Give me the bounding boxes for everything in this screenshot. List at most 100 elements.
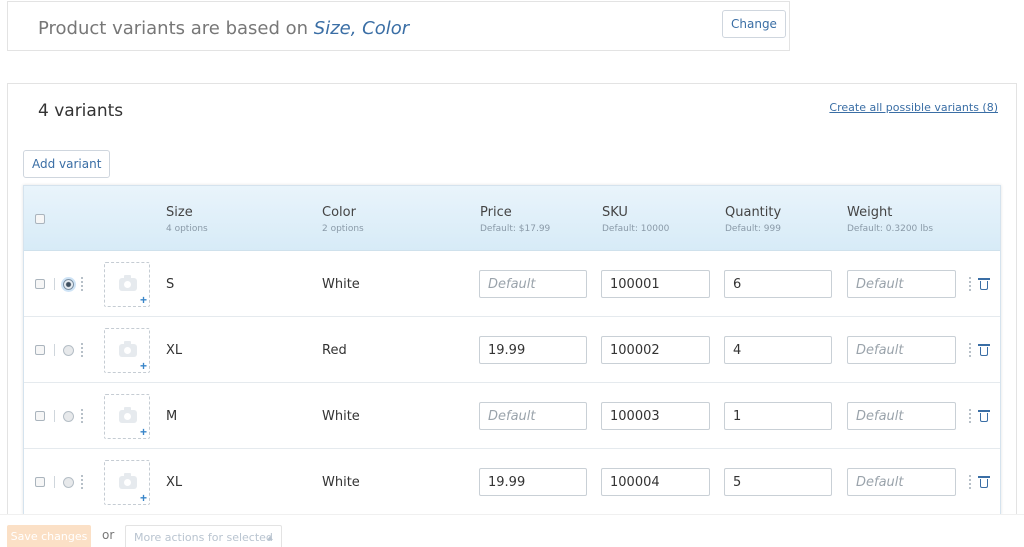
plus-icon: +	[139, 293, 147, 307]
row-handle-icon	[969, 475, 971, 489]
weight-header-label: Weight	[847, 205, 893, 220]
size-value: S	[166, 277, 175, 292]
change-options-button[interactable]: Change	[722, 10, 786, 38]
row-separator	[54, 278, 55, 290]
table-row: + S White Default 100001 6 Default	[24, 251, 1000, 317]
sku-column-header: SKU Default: 10000	[602, 205, 669, 234]
row-separator	[54, 410, 55, 422]
sku-input[interactable]: 100001	[601, 270, 710, 298]
quantity-column-header: Quantity Default: 999	[725, 205, 781, 234]
row-select-checkbox[interactable]	[35, 477, 45, 487]
sku-input[interactable]: 100004	[601, 468, 710, 496]
price-header-sub: Default: $17.99	[480, 224, 551, 234]
row-separator	[54, 344, 55, 356]
quantity-input[interactable]: 4	[724, 336, 832, 364]
trash-icon[interactable]	[978, 344, 990, 356]
variant-image-upload[interactable]: +	[104, 460, 150, 505]
select-all-checkbox[interactable]	[35, 214, 45, 224]
color-value: White	[322, 475, 360, 490]
table-row: + XL White 19.99 100004 5 Default	[24, 449, 1000, 514]
default-variant-radio[interactable]	[63, 477, 74, 488]
camera-icon	[119, 407, 137, 423]
weight-input[interactable]: Default	[847, 468, 956, 496]
variant-options-list: Size, Color	[313, 18, 410, 39]
weight-input[interactable]: Default	[847, 402, 956, 430]
quantity-input[interactable]: 5	[724, 468, 832, 496]
variant-options-summary: Product variants are based on Size, Colo…	[7, 1, 790, 51]
price-input[interactable]: Default	[479, 402, 587, 430]
row-handle-icon	[969, 277, 971, 291]
color-header-sub: 2 options	[322, 224, 364, 234]
sku-header-label: SKU	[602, 205, 628, 220]
variant-image-upload[interactable]: +	[104, 328, 150, 373]
action-footer: Save changes or More actions for selecte…	[0, 514, 1024, 547]
quantity-input[interactable]: 1	[724, 402, 832, 430]
size-header-sub: 4 options	[166, 224, 208, 234]
caret-up-icon	[267, 536, 273, 540]
size-column-header: Size 4 options	[166, 205, 208, 234]
trash-icon[interactable]	[978, 410, 990, 422]
drag-handle-icon[interactable]	[81, 277, 83, 291]
save-changes-button[interactable]: Save changes	[7, 525, 91, 547]
weight-input[interactable]: Default	[847, 270, 956, 298]
drag-handle-icon[interactable]	[81, 475, 83, 489]
price-header-label: Price	[480, 205, 512, 220]
price-input[interactable]: 19.99	[479, 336, 587, 364]
default-variant-radio[interactable]	[63, 345, 74, 356]
table-header: Size 4 options Color 2 options Price Defaul…	[24, 186, 1000, 251]
color-value: White	[322, 409, 360, 424]
drag-handle-icon[interactable]	[81, 409, 83, 423]
size-header-label: Size	[166, 205, 193, 220]
quantity-header-sub: Default: 999	[725, 224, 781, 234]
camera-icon	[119, 473, 137, 489]
plus-icon: +	[139, 359, 147, 373]
trash-icon[interactable]	[978, 278, 990, 290]
variants-panel: 4 variants Create all possible variants …	[7, 83, 1017, 523]
plus-icon: +	[139, 491, 147, 505]
default-variant-radio[interactable]	[63, 411, 74, 422]
drag-handle-icon[interactable]	[81, 343, 83, 357]
weight-input[interactable]: Default	[847, 336, 956, 364]
row-select-checkbox[interactable]	[35, 345, 45, 355]
variants-table: Size 4 options Color 2 options Price Defaul…	[23, 185, 1001, 515]
row-separator	[54, 476, 55, 488]
add-variant-button[interactable]: Add variant	[23, 150, 111, 178]
weight-column-header: Weight Default: 0.3200 lbs	[847, 205, 933, 234]
quantity-input[interactable]: 6	[724, 270, 832, 298]
size-value: M	[166, 409, 178, 424]
price-input[interactable]: Default	[479, 270, 587, 298]
color-column-header: Color 2 options	[322, 205, 364, 234]
table-row: + M White Default 100003 1 Default	[24, 383, 1000, 449]
size-value: XL	[166, 475, 183, 490]
weight-header-sub: Default: 0.3200 lbs	[847, 224, 934, 234]
more-actions-dropdown[interactable]: More actions for selected	[125, 525, 282, 547]
sku-input[interactable]: 100003	[601, 402, 710, 430]
row-handle-icon	[969, 409, 971, 423]
camera-icon	[119, 275, 137, 291]
sku-header-sub: Default: 10000	[602, 224, 670, 234]
default-variant-radio[interactable]	[63, 279, 74, 290]
price-column-header: Price Default: $17.99	[480, 205, 550, 234]
or-label: or	[102, 528, 115, 542]
row-select-checkbox[interactable]	[35, 411, 45, 421]
variant-options-prefix: Product variants are based on	[38, 18, 314, 39]
variant-image-upload[interactable]: +	[104, 262, 150, 307]
more-actions-label: More actions for selected	[134, 531, 273, 544]
color-header-label: Color	[322, 205, 356, 220]
sku-input[interactable]: 100002	[601, 336, 710, 364]
camera-icon	[119, 341, 137, 357]
variant-image-upload[interactable]: +	[104, 394, 150, 439]
size-value: XL	[166, 343, 183, 358]
variants-count-title: 4 variants	[38, 101, 124, 121]
price-input[interactable]: 19.99	[479, 468, 587, 496]
table-row: + XL Red 19.99 100002 4 Default	[24, 317, 1000, 383]
row-select-checkbox[interactable]	[35, 279, 45, 289]
create-all-variants-link[interactable]: Create all possible variants (8)	[829, 101, 998, 114]
variant-options-text: Product variants are based on Size, Colo…	[38, 18, 409, 39]
plus-icon: +	[139, 425, 147, 439]
quantity-header-label: Quantity	[725, 205, 782, 220]
color-value: White	[322, 277, 360, 292]
trash-icon[interactable]	[978, 476, 990, 488]
color-value: Red	[322, 343, 347, 358]
row-handle-icon	[969, 343, 971, 357]
